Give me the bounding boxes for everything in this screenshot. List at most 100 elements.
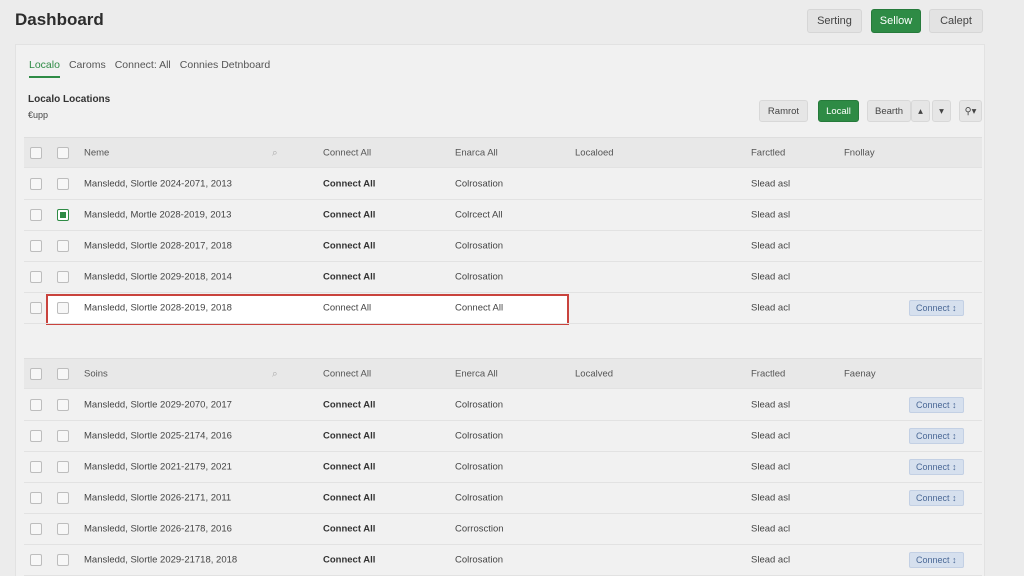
table-header: Soins Connect All Enerca All Localved Fractl…	[24, 358, 982, 389]
column-header[interactable]: Soins	[84, 368, 108, 379]
setting-button[interactable]: Serting	[807, 9, 862, 33]
locall-button[interactable]: Locall	[818, 100, 859, 122]
select-all-checkbox[interactable]	[57, 146, 69, 159]
bearth-button[interactable]: Bearth	[867, 100, 911, 122]
row-fractled: Slead acl	[751, 430, 791, 442]
row-connect-all[interactable]: Connect All	[323, 493, 375, 504]
column-header[interactable]: Fractled	[751, 368, 785, 379]
row-connect-all[interactable]: Connect All	[323, 272, 375, 283]
table-row[interactable]: Mansledd, Slortle 2029-2070, 2017 Connect…	[24, 390, 982, 421]
row-checkbox[interactable]	[30, 302, 42, 314]
chevron-down-icon[interactable]: ▾	[932, 100, 951, 122]
row-name: Mansledd, Slortle 2026-2171, 2011	[84, 492, 232, 504]
row-connect-all[interactable]: Connect All	[323, 400, 375, 411]
column-header[interactable]: Farctled	[751, 147, 785, 158]
row-fractled: Slead acl	[751, 302, 791, 314]
row-status: Colrosation	[455, 461, 504, 473]
sort-icon[interactable]: ⌕	[272, 147, 278, 158]
table-row[interactable]: Mansledd, Slortle 2025-2174, 2016 Connect…	[24, 421, 982, 452]
calept-button[interactable]: Calept	[929, 9, 983, 33]
table-row[interactable]: Mansledd, Slortle 2026-2178, 2016 Connect…	[24, 514, 982, 545]
row-name: Mansledd, Slortle 2025-2174, 2016	[84, 430, 232, 442]
sort-icon[interactable]: ⌕	[272, 368, 278, 379]
connect-button[interactable]: Connect ↕	[909, 459, 964, 475]
ramrot-button[interactable]: Ramrot	[759, 100, 808, 122]
row-fractled: Slead asl	[751, 178, 791, 190]
row-connect-all[interactable]: Connect All	[323, 524, 375, 535]
connect-button[interactable]: Connect ↕	[909, 552, 964, 568]
row-checkbox[interactable]	[57, 554, 69, 566]
tab-connect-all[interactable]: Connect: All	[115, 59, 171, 78]
column-header[interactable]: Localoed	[575, 147, 614, 158]
table-row[interactable]: Mansledd, Slortle 2028-2019, 2018 Connect…	[24, 293, 982, 324]
column-header[interactable]: Localved	[575, 368, 613, 379]
row-checkbox[interactable]	[30, 430, 42, 442]
table-row[interactable]: Mansledd, Slortle 2028-2017, 2018 Connect…	[24, 231, 982, 262]
row-checkbox[interactable]	[57, 271, 69, 283]
row-checkbox[interactable]	[57, 302, 69, 314]
row-connect-all[interactable]: Connect All	[323, 179, 375, 190]
column-header[interactable]: Connect All	[323, 368, 371, 379]
table-row[interactable]: Mansledd, Slortle 2029-21718, 2018 Connec…	[24, 545, 982, 576]
row-fractled: Slead asl	[751, 399, 791, 411]
row-checkbox[interactable]	[30, 178, 42, 190]
row-status: Colrosation	[455, 554, 504, 566]
row-checkbox[interactable]	[30, 240, 42, 252]
connect-button[interactable]: Connect ↕	[909, 428, 964, 444]
sort-up-icon[interactable]: ▴	[911, 100, 930, 122]
row-checkbox[interactable]	[30, 461, 42, 473]
row-status: Colrosation	[455, 271, 504, 283]
table-row[interactable]: Mansledd, Slortle 2021-2179, 2021 Connect…	[24, 452, 982, 483]
connect-button[interactable]: Connect ↕	[909, 397, 964, 413]
row-fractled: Slead asl	[751, 492, 791, 504]
column-header[interactable]: Enerca All	[455, 368, 498, 379]
row-fractled: Slead acl	[751, 461, 791, 473]
row-checkbox[interactable]	[30, 554, 42, 566]
row-checkbox[interactable]	[57, 523, 69, 535]
sellow-button[interactable]: Sellow	[871, 9, 921, 33]
column-header[interactable]: Connect All	[323, 147, 371, 158]
row-status: Colrosation	[455, 430, 504, 442]
row-checkbox[interactable]	[57, 430, 69, 442]
row-connect-all[interactable]: Connect All	[323, 210, 375, 221]
row-connect-all[interactable]: Connect All	[323, 303, 371, 314]
row-status: Colrosation	[455, 492, 504, 504]
row-fractled: Slead acl	[751, 554, 791, 566]
row-connect-all[interactable]: Connect All	[323, 555, 375, 566]
select-all-checkbox[interactable]	[30, 367, 42, 380]
table-header: Neme Connect All Enarca All Localoed Farctle…	[24, 137, 982, 168]
select-all-checkbox[interactable]	[30, 146, 42, 159]
column-header[interactable]: Fnollay	[844, 147, 875, 158]
table-row[interactable]: Mansledd, Slortle 2024-2071, 2013 Connect…	[24, 169, 982, 200]
table-row[interactable]: Mansledd, Mortle 2028-2019, 2013 Connect …	[24, 200, 982, 231]
tab-localo[interactable]: Localo	[29, 59, 60, 78]
row-connect-all[interactable]: Connect All	[323, 431, 375, 442]
tab-caroms[interactable]: Caroms	[69, 59, 106, 78]
row-status: Corrosction	[455, 523, 504, 535]
row-checkbox[interactable]	[57, 209, 69, 221]
row-checkbox[interactable]	[30, 209, 42, 221]
row-connect-all[interactable]: Connect All	[323, 462, 375, 473]
connect-button[interactable]: Connect ↕	[909, 300, 964, 316]
table-row[interactable]: Mansledd, Slortle 2029-2018, 2014 Connect…	[24, 262, 982, 293]
connect-button[interactable]: Connect ↕	[909, 490, 964, 506]
select-all-checkbox[interactable]	[57, 367, 69, 380]
row-connect-all[interactable]: Connect All	[323, 241, 375, 252]
table-row[interactable]: Mansledd, Slortle 2026-2171, 2011 Connect…	[24, 483, 982, 514]
row-checkbox[interactable]	[57, 178, 69, 190]
tab-connies-dashboard[interactable]: Connies Detnboard	[180, 59, 270, 78]
column-header[interactable]: Faenay	[844, 368, 876, 379]
row-checkbox[interactable]	[57, 492, 69, 504]
row-checkbox[interactable]	[57, 461, 69, 473]
search-icon[interactable]: ⚲▾	[959, 100, 982, 122]
column-header[interactable]: Neme	[84, 147, 109, 158]
row-checkbox[interactable]	[30, 492, 42, 504]
row-name: Mansledd, Slortle 2029-21718, 2018	[84, 554, 238, 566]
row-checkbox[interactable]	[57, 240, 69, 252]
column-header[interactable]: Enarca All	[455, 147, 498, 158]
row-checkbox[interactable]	[30, 271, 42, 283]
row-checkbox[interactable]	[30, 523, 42, 535]
row-fractled: Slead acl	[751, 271, 791, 283]
row-checkbox[interactable]	[57, 399, 69, 411]
row-checkbox[interactable]	[30, 399, 42, 411]
